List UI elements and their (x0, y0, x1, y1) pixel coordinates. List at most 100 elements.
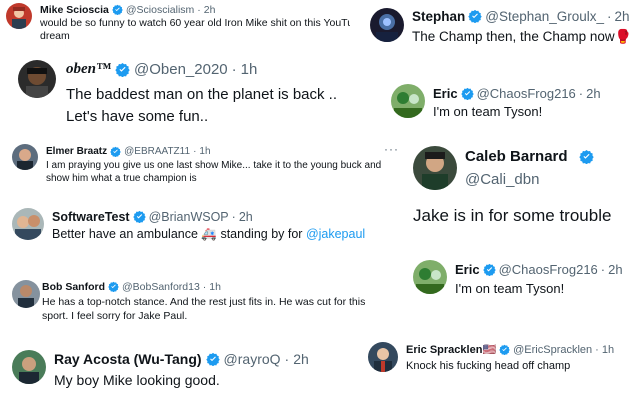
avatar-image (12, 208, 44, 240)
display-name[interactable]: Bob Sanford (42, 281, 105, 293)
dot-separator: · (197, 3, 201, 16)
tweet-text-line-2: Let's have some fun.. (66, 108, 209, 125)
tweet-text-line-1: would be so funny to watch 60 year old I… (40, 17, 350, 29)
verified-badge-icon (468, 9, 482, 23)
dot-separator: · (202, 280, 207, 293)
verified-badge-icon (205, 352, 220, 366)
timestamp[interactable]: 1h (199, 146, 210, 157)
handle[interactable]: @Stephan_Groulx_ (485, 9, 604, 24)
timestamp[interactable]: 1h (602, 344, 614, 356)
dot-separator: · (193, 145, 197, 157)
display-name[interactable]: oben™ (66, 61, 111, 78)
avatar-image (391, 84, 425, 118)
verified-badge-icon (460, 87, 474, 100)
avatar-image (413, 260, 447, 294)
dot-separator: · (578, 85, 584, 101)
tweet-text-line-1: I am praying you give us one last show M… (46, 160, 382, 171)
ambulance-emoji-icon: 🚑 (201, 227, 217, 241)
handle[interactable]: @Cali_dbn (465, 171, 539, 188)
verified-badge-icon (132, 210, 146, 223)
display-name[interactable]: Mike Scioscia (40, 4, 109, 16)
dot-separator: · (595, 343, 599, 356)
tweet-card-elmer-braatz[interactable]: Elmer Braatz @EBRAATZ11 · 1h ··· I am pr… (0, 138, 402, 196)
tweet-card-eric-1[interactable]: Eric @ChaosFrog216 · 2h I'm on team Tyso… (385, 80, 640, 124)
display-name[interactable]: Eric Spracklen (406, 344, 482, 356)
timestamp[interactable]: 2h (204, 4, 216, 16)
timestamp[interactable]: 2h (239, 210, 253, 224)
avatar-image (12, 350, 46, 384)
avatar[interactable] (391, 84, 425, 118)
avatar[interactable] (12, 350, 46, 384)
tweet-text: Better have an ambulance 🚑 standing by f… (52, 227, 365, 242)
handle[interactable]: @rayroQ (224, 351, 281, 367)
handle[interactable]: @ChaosFrog216 (477, 86, 576, 101)
handle[interactable]: @EBRAATZ11 (124, 146, 190, 157)
dot-separator: · (231, 209, 236, 224)
tweet-text-before: Better have an ambulance (52, 227, 202, 241)
boxing-glove-emoji-icon: 🥊 (614, 29, 632, 44)
handle[interactable]: @ChaosFrog216 (499, 262, 598, 277)
display-name[interactable]: Elmer Braatz (46, 146, 107, 157)
timestamp[interactable]: 1h (209, 281, 221, 293)
tweet-card-oben[interactable]: oben™ @Oben_2020 · 1h The baddest man on… (0, 50, 350, 126)
tweet-card-stephan[interactable]: Stephan @Stephan_Groulx_ · 2h The Champ … (360, 0, 640, 50)
timestamp[interactable]: 1h (241, 61, 258, 78)
avatar[interactable] (6, 3, 32, 29)
tweet-text-line-1: The baddest man on the planet is back .. (66, 86, 338, 103)
timestamp[interactable]: 2h (615, 9, 630, 24)
tweet-card-softwaretest[interactable]: SoftwareTest @BrianWSOP · 2h Better have… (0, 202, 402, 250)
display-name[interactable]: Eric (433, 86, 458, 101)
display-name[interactable]: Ray Acosta (Wu-Tang) (54, 351, 202, 367)
verified-badge-icon (482, 263, 496, 276)
avatar[interactable] (370, 8, 404, 42)
dot-separator: · (600, 261, 606, 277)
verified-badge-icon (115, 62, 130, 77)
avatar-image (12, 144, 38, 170)
display-name[interactable]: Stephan (412, 9, 465, 24)
avatar-image (370, 8, 404, 42)
us-flag-emoji-icon: 🇺🇸 (482, 344, 497, 356)
handle[interactable]: @Oben_2020 (134, 61, 228, 78)
handle[interactable]: @Scioscialism (126, 4, 194, 16)
avatar[interactable] (413, 146, 457, 190)
avatar-image (413, 146, 457, 190)
mention-link[interactable]: @jakepaul (306, 227, 365, 241)
tweet-card-mike-scioscia[interactable]: Mike Scioscia @Scioscialism · 2h would b… (0, 0, 350, 46)
tweet-text-after: standing by for (216, 227, 306, 241)
tweet-card-eric-spracklen[interactable]: Eric Spracklen 🇺🇸 @EricSpracklen · 1h Kn… (362, 336, 640, 384)
avatar[interactable] (12, 208, 44, 240)
handle[interactable]: @EricSpracklen (513, 344, 592, 356)
handle[interactable]: @BobSanford13 (122, 281, 200, 293)
verified-badge-icon (112, 4, 123, 15)
avatar[interactable] (368, 342, 398, 372)
verified-badge-icon (499, 344, 510, 355)
avatar[interactable] (12, 280, 40, 308)
tweet-text-line-1: Jake is in for some trouble (413, 206, 612, 225)
avatar-image (12, 280, 40, 308)
timestamp[interactable]: 2h (586, 86, 600, 101)
tweet-text-line-1: He has a top-notch stance. And the rest … (42, 296, 366, 308)
timestamp[interactable]: 2h (608, 262, 622, 277)
tweet-text-line-1: My boy Mike looking good. (54, 372, 220, 388)
tweet-text: The Champ then, the Champ now🥊 (412, 29, 631, 45)
tweet-text-line-2: sport. I feel sorry for Jake Paul. (42, 310, 188, 322)
tweet-card-bob-sanford[interactable]: Bob Sanford @BobSanford13 · 1h He has a … (0, 274, 402, 330)
dot-separator: · (231, 60, 237, 78)
avatar[interactable] (18, 60, 56, 98)
more-options-icon[interactable]: ··· (384, 142, 399, 156)
tweet-card-ray-acosta[interactable]: Ray Acosta (Wu-Tang) @rayroQ · 2h My boy… (0, 340, 402, 396)
display-name[interactable]: Caleb Barnard (465, 148, 568, 165)
avatar-image (368, 342, 398, 372)
display-name[interactable]: Eric (455, 262, 480, 277)
verified-badge-icon (110, 146, 121, 157)
timestamp[interactable]: 2h (293, 351, 309, 367)
tweet-text-line-1: Knock his fucking head off champ (406, 360, 571, 372)
avatar[interactable] (12, 144, 38, 170)
tweet-text-line-2: dream (40, 30, 70, 42)
tweet-card-eric-2[interactable]: Eric @ChaosFrog216 · 2h I'm on team Tyso… (405, 254, 640, 300)
tweet-text-body: The Champ then, the Champ now (412, 29, 615, 44)
display-name[interactable]: SoftwareTest (52, 210, 130, 224)
tweet-card-caleb-barnard[interactable]: Caleb Barnard @Cali_dbn Jake is in for s… (405, 140, 640, 240)
avatar[interactable] (413, 260, 447, 294)
handle[interactable]: @BrianWSOP (149, 210, 229, 224)
